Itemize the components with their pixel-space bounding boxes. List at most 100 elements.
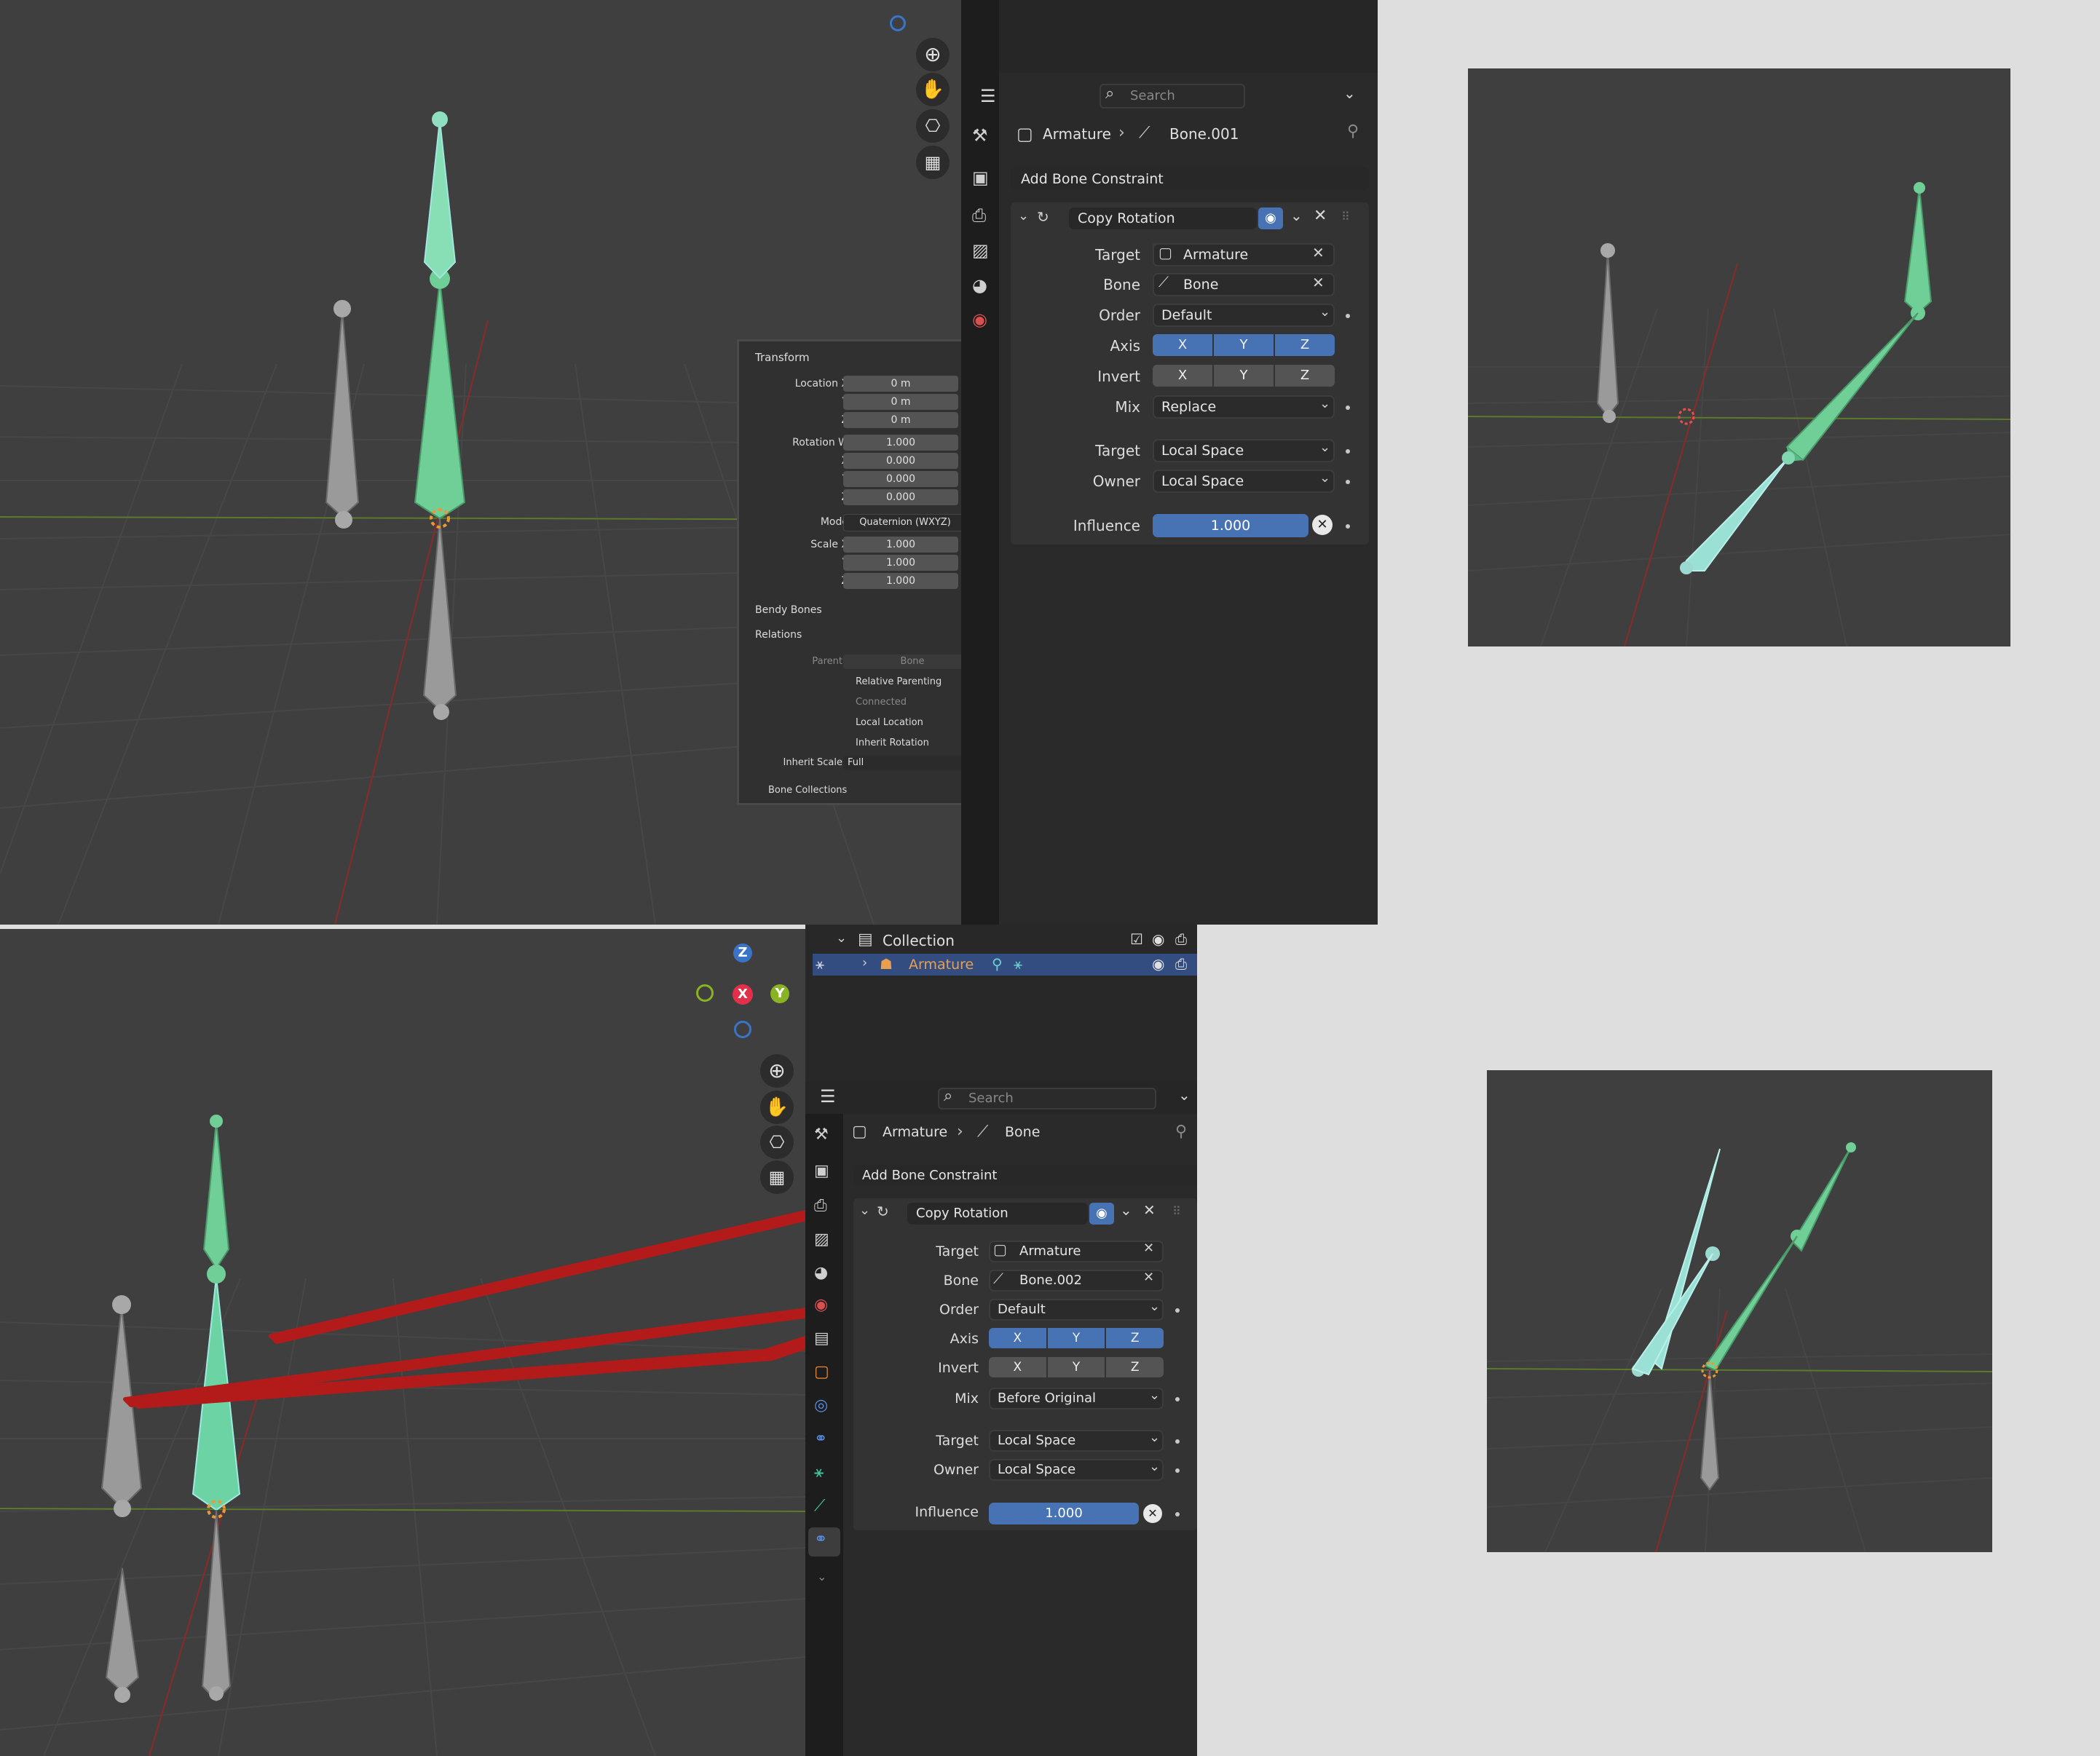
physics-tab-icon-bottom[interactable]: ◎ [814,1396,828,1415]
outliner[interactable]: ⌄ ▤ Collection ☑ ◉ ⎙ ⚹ › ☗ Armature ⚲ ⚹ … [805,925,1197,1082]
collection-eye-icon[interactable]: ◉ [1152,930,1164,948]
scale-x-field[interactable]: 1.000 [843,537,958,553]
bottom-target-clear-icon[interactable]: ✕ [1143,1241,1154,1256]
editor-type-icon[interactable]: ☰ [980,86,996,106]
top-axis-y[interactable]: Y [1214,334,1274,356]
top-invert-y[interactable]: Y [1214,365,1274,387]
drag-handle-icon[interactable]: ⠿ [1341,210,1350,224]
armature-row[interactable] [813,954,1197,976]
delete-constraint-icon-bottom[interactable]: ✕ [1143,1201,1156,1219]
add-bone-constraint-button-bottom[interactable]: Add Bone Constraint [853,1165,1197,1187]
top-owner-dot[interactable] [1346,480,1350,484]
bottom-target-field[interactable]: Armature [989,1241,1164,1262]
collection-camera-icon[interactable]: ⎙ [1175,930,1187,948]
zoom-icon[interactable]: ⊕ [916,38,950,71]
properties-editor-top[interactable]: Search ⌕ ☰ ⌄ ⚒ ▣ ⎙ ▨ ◕ ◉ ▢ Armature › ⟋ … [961,0,1378,925]
top-mix-select[interactable]: Replace [1153,395,1335,419]
scale-y-field[interactable]: 1.000 [843,555,958,571]
pin-icon[interactable]: ⚲ [1347,122,1359,141]
top-mix-keyframe-dot[interactable] [1346,406,1350,410]
rotation-y-field[interactable]: 0.000 [843,471,958,487]
collapse-chevron-icon[interactable]: ⌄ [1018,208,1029,224]
bottom-target-space-dot[interactable] [1175,1439,1180,1444]
gizmo-x-icon[interactable]: X [733,984,753,1005]
bottom-bone-clear-icon[interactable]: ✕ [1143,1270,1154,1285]
ortho-grid-icon[interactable]: ▦ [916,146,950,179]
bottom-owner-space-select[interactable]: Local Space [989,1459,1164,1481]
visibility-eye-toggle-bottom[interactable]: ◉ [1089,1203,1114,1225]
armature-eye-icon[interactable]: ◉ [1152,955,1164,973]
bottom-axis-y[interactable]: Y [1047,1328,1105,1348]
bottom-owner-dot[interactable] [1175,1468,1180,1473]
location-z-field[interactable]: 0 m [843,412,958,428]
top-owner-space-select[interactable]: Local Space [1153,470,1335,493]
armature-name[interactable]: Armature [909,957,974,973]
render-tab-icon[interactable]: ▣ [972,167,989,188]
relative-parenting-checkbox[interactable]: Relative Parenting [856,676,942,687]
tool-tab-icon[interactable]: ⚒ [972,125,988,146]
constraint-menu-chevron-icon[interactable]: ⌄ [1290,207,1303,224]
armature-data-tab-icon-bottom[interactable]: ⚹ [814,1463,824,1482]
top-order-keyframe-dot[interactable] [1346,314,1350,318]
editor-type-icon-bottom[interactable]: ☰ [820,1086,836,1107]
scene-tab-icon-bottom[interactable]: ◕ [814,1264,828,1282]
bottom-order-keyframe-dot[interactable] [1175,1308,1180,1313]
search-field-top[interactable]: Search [1100,84,1245,108]
bottom-invert-x[interactable]: X [989,1357,1046,1377]
top-target-space-dot[interactable] [1346,449,1350,454]
collection-label[interactable]: Collection [883,932,955,949]
local-location-checkbox[interactable]: Local Location [856,717,923,728]
drag-handle-icon-bottom[interactable]: ⠿ [1172,1204,1181,1218]
world-tab-icon[interactable]: ◉ [972,309,987,330]
constraint-name-field-bottom[interactable]: Copy Rotation [907,1203,1088,1225]
pin-icon-bottom[interactable]: ⚲ [1175,1123,1187,1141]
top-target-space-select[interactable]: Local Space [1153,439,1335,462]
scale-z-field[interactable]: 1.000 [843,573,958,589]
camera-view-icon[interactable]: ⎔ [916,109,950,143]
bottom-influence-keyframe-dot[interactable] [1175,1512,1180,1516]
top-target-clear-icon[interactable]: ✕ [1312,244,1325,261]
gizmo-neg-y-icon[interactable] [696,984,714,1002]
viewport-bottom[interactable]: Z X Y ⊕ ✋ ⎔ ▦ [0,929,805,1756]
bottom-mix-select[interactable]: Before Original [989,1388,1164,1409]
collection-tab-icon-bottom[interactable]: ▤ [814,1329,829,1348]
bottom-mix-keyframe-dot[interactable] [1175,1397,1180,1401]
zoom-icon-bottom[interactable]: ⊕ [760,1054,794,1088]
camera-view-icon-bottom[interactable]: ⎔ [760,1126,794,1159]
bottom-axis-toggle[interactable]: X Y Z [989,1328,1164,1348]
render-tab-icon-bottom[interactable]: ▣ [814,1162,829,1180]
pan-hand-icon-bottom[interactable]: ✋ [760,1091,794,1124]
top-influence-keyframe-dot[interactable] [1346,524,1350,529]
scene-tab-icon[interactable]: ◕ [972,275,987,296]
gizmo-y-icon[interactable]: Y [770,984,789,1003]
top-order-select[interactable]: Default [1153,304,1335,327]
top-target-field[interactable]: Armature [1153,243,1335,266]
collapse-chevron-icon-bottom[interactable]: ⌄ [859,1203,870,1218]
bottom-target-space-select[interactable]: Local Space [989,1430,1164,1452]
constraint-name-field[interactable]: Copy Rotation [1069,207,1257,229]
output-tab-icon-bottom[interactable]: ⎙ [814,1197,827,1215]
view-layer-tab-icon-bottom[interactable]: ▨ [814,1230,829,1249]
rotation-mode-select[interactable]: Quaternion (WXYZ) [843,514,967,531]
visibility-eye-toggle[interactable]: ◉ [1258,207,1283,229]
constraint-menu-chevron-icon-bottom[interactable]: ⌄ [1120,1201,1132,1219]
bottom-invert-y[interactable]: Y [1047,1357,1105,1377]
add-bone-constraint-button[interactable]: Add Bone Constraint [1011,167,1369,191]
dropdown-chevron-icon-bottom[interactable]: ⌄ [1178,1086,1191,1104]
rotation-x-field[interactable]: 0.000 [843,453,958,469]
bottom-invert-toggle[interactable]: X Y Z [989,1357,1164,1377]
collection-expand-chevron-icon[interactable]: ⌄ [836,930,847,946]
collection-checkbox-icon[interactable]: ☑ [1130,930,1143,948]
location-x-field[interactable]: 0 m [843,376,958,392]
tabs-scroll-chevron-icon[interactable]: ⌄ [817,1570,826,1583]
bone-collections-header[interactable]: Bone Collections [768,785,847,796]
top-influence-slider[interactable]: 1.000 [1153,514,1308,537]
output-tab-icon[interactable]: ⎙ [972,205,986,226]
top-axis-z[interactable]: Z [1275,334,1335,356]
top-axis-x[interactable]: X [1153,334,1212,356]
bone-constraint-tab-icon-bottom[interactable]: ⚭ [814,1530,827,1549]
object-constraint-tab-icon-bottom[interactable]: ⚭ [814,1430,827,1448]
bone-tab-icon-bottom[interactable]: ⟋ [814,1497,825,1515]
top-influence-disable-icon[interactable]: ✕ [1312,515,1333,535]
ortho-grid-icon-bottom[interactable]: ▦ [760,1160,794,1194]
